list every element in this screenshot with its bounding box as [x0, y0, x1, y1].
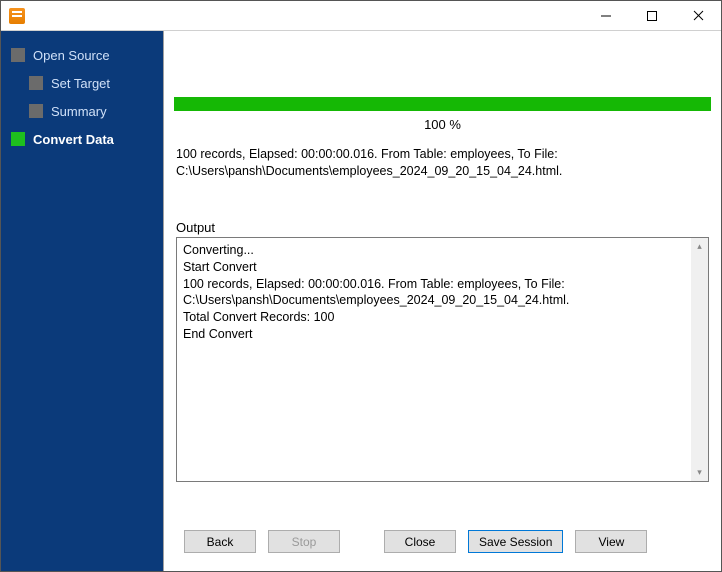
- vertical-scrollbar[interactable]: ▴ ▾: [691, 238, 708, 481]
- progress-fill: [174, 97, 711, 111]
- titlebar: [1, 1, 721, 31]
- wizard-sidebar: Open Source Set Target Summary Convert D…: [1, 31, 163, 571]
- output-line: Total Convert Records: 100: [183, 309, 688, 326]
- minimize-button[interactable]: [583, 1, 629, 30]
- back-button[interactable]: Back: [184, 530, 256, 553]
- stop-button[interactable]: Stop: [268, 530, 340, 553]
- view-button[interactable]: View: [575, 530, 647, 553]
- button-row: Back Stop Close Save Session View: [170, 520, 715, 565]
- status-line: C:\Users\pansh\Documents\employees_2024_…: [176, 163, 709, 180]
- sidebar-item-summary[interactable]: Summary: [1, 97, 163, 125]
- close-window-button[interactable]: [675, 1, 721, 30]
- main-panel: 100 % 100 records, Elapsed: 00:00:00.016…: [163, 31, 721, 571]
- sidebar-item-label: Open Source: [33, 48, 110, 63]
- output-line: End Convert: [183, 326, 688, 343]
- sidebar-item-label: Convert Data: [33, 132, 114, 147]
- output-line: Start Convert: [183, 259, 688, 276]
- progress-section: 100 %: [174, 97, 711, 132]
- close-button[interactable]: Close: [384, 530, 456, 553]
- step-box-icon: [11, 48, 25, 62]
- status-line: 100 records, Elapsed: 00:00:00.016. From…: [176, 146, 709, 163]
- step-box-icon: [29, 76, 43, 90]
- output-label: Output: [176, 220, 709, 235]
- sidebar-item-convert-data[interactable]: Convert Data: [1, 125, 163, 153]
- step-box-icon: [11, 132, 25, 146]
- window-controls: [583, 1, 721, 30]
- scroll-up-icon[interactable]: ▴: [691, 238, 708, 255]
- step-box-icon: [29, 104, 43, 118]
- sidebar-item-label: Summary: [51, 104, 107, 119]
- progress-percent-label: 100 %: [174, 117, 711, 132]
- sidebar-item-set-target[interactable]: Set Target: [1, 69, 163, 97]
- output-content: Converting... Start Convert 100 records,…: [183, 242, 688, 477]
- maximize-button[interactable]: [629, 1, 675, 30]
- sidebar-item-open-source[interactable]: Open Source: [1, 41, 163, 69]
- sidebar-item-label: Set Target: [51, 76, 110, 91]
- output-line: Converting...: [183, 242, 688, 259]
- app-icon: [9, 8, 25, 24]
- output-line: 100 records, Elapsed: 00:00:00.016. From…: [183, 276, 688, 310]
- output-textarea[interactable]: Converting... Start Convert 100 records,…: [176, 237, 709, 482]
- progress-bar: [174, 97, 711, 111]
- save-session-button[interactable]: Save Session: [468, 530, 563, 553]
- status-summary: 100 records, Elapsed: 00:00:00.016. From…: [176, 146, 709, 180]
- scroll-down-icon[interactable]: ▾: [691, 464, 708, 481]
